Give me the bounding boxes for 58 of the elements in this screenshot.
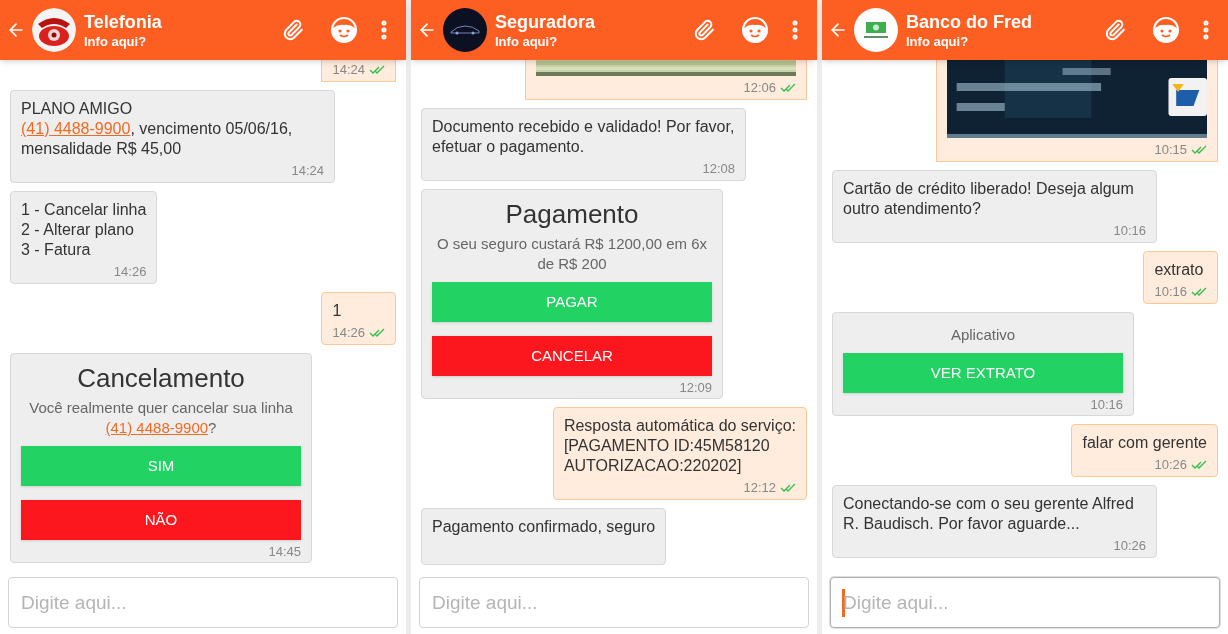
- action-button[interactable]: SIM: [21, 446, 301, 486]
- message-time: 10:26: [1154, 457, 1187, 473]
- phone-link[interactable]: (41) 4488-9900: [21, 120, 131, 137]
- message-time: 14:26: [113, 264, 147, 280]
- contact-name: Telefonia: [84, 11, 163, 34]
- contact-name: Seguradora: [495, 11, 597, 34]
- message-time: 10:16: [1113, 223, 1146, 239]
- double-check-icon: [369, 328, 385, 338]
- action-button[interactable]: CANCELAR: [432, 336, 712, 376]
- message-time: 10:16: [1090, 397, 1123, 413]
- message-text: falar com gerente: [1082, 433, 1207, 453]
- message-time: 14:24: [291, 163, 324, 179]
- message-text: 1: [332, 301, 343, 321]
- phone-link[interactable]: (41) 4488-9900: [105, 419, 209, 436]
- double-check-icon: [780, 483, 796, 493]
- card-text: Você realmente quer cancelar sua linha (41) 4488-9900?: [28, 398, 294, 438]
- action-button[interactable]: VER EXTRATO: [843, 353, 1123, 393]
- contact-status: Info aqui?: [84, 34, 148, 50]
- card-text: Aplicativo: [949, 325, 1017, 345]
- double-check-icon: [369, 65, 385, 75]
- card-title: Cancelamento: [76, 362, 246, 394]
- attach-icon[interactable]: [693, 17, 715, 43]
- message-time: 12:08: [702, 161, 735, 177]
- double-check-icon: [780, 83, 796, 93]
- message-text: 1 - Cancelar linha 2 - Alterar plano 3 - Fatura: [21, 200, 147, 260]
- message-text: Conectando-se com o seu gerente Alfred R. Baudisch. Por favor aguarde...: [843, 494, 1135, 534]
- message-text: extrato: [1154, 260, 1205, 280]
- message-time: 10:15: [1154, 142, 1187, 158]
- double-check-icon: [1191, 287, 1207, 297]
- message-input[interactable]: Digite aqui...: [419, 577, 809, 628]
- contact-status: Info aqui?: [906, 34, 970, 50]
- contact-name: Banco do Fred: [906, 11, 1033, 34]
- message-time: 12:06: [743, 80, 776, 96]
- message-time: 14:45: [268, 544, 301, 560]
- card-title: Pagamento: [504, 198, 640, 230]
- message-text: Pagamento confirmado, seguro: [432, 517, 656, 537]
- message-text: Documento recebido e validado! Por favor, efetuar o pagamento.: [432, 117, 735, 157]
- message-time: 10:16: [1154, 284, 1187, 300]
- message-text: PLANO AMIGO (41) 4488-9900, vencimento 05/06/16, mensalidade R$ 45,00: [21, 99, 294, 159]
- message-time: 14:26: [332, 325, 365, 341]
- message-input[interactable]: Digite aqui...: [8, 577, 398, 628]
- face-icon[interactable]: [741, 16, 769, 44]
- message-time: 10:26: [1113, 538, 1146, 554]
- message-text: Resposta automática do serviço: [PAGAMENTO ID:45M58120 AUTORIZACAO:220202]: [563, 416, 796, 476]
- contact-status: Info aqui?: [495, 34, 559, 50]
- action-button[interactable]: NÃO: [21, 500, 301, 540]
- card-text: O seu seguro custará R$ 1200,00 em 6x de R$ 200: [435, 234, 709, 274]
- attach-icon[interactable]: [1104, 17, 1126, 43]
- double-check-icon: [1191, 145, 1207, 155]
- message-text: Cartão de crédito liberado! Deseja algum outro atendimento?: [843, 179, 1135, 219]
- message-time: 14:24: [332, 62, 365, 78]
- attach-icon[interactable]: [282, 17, 304, 43]
- message-time: 12:09: [679, 380, 712, 396]
- face-icon[interactable]: [1152, 16, 1180, 44]
- double-check-icon: [1191, 460, 1207, 470]
- face-icon[interactable]: [330, 16, 358, 44]
- action-button[interactable]: PAGAR: [432, 282, 712, 322]
- message-time: 12:12: [743, 480, 776, 496]
